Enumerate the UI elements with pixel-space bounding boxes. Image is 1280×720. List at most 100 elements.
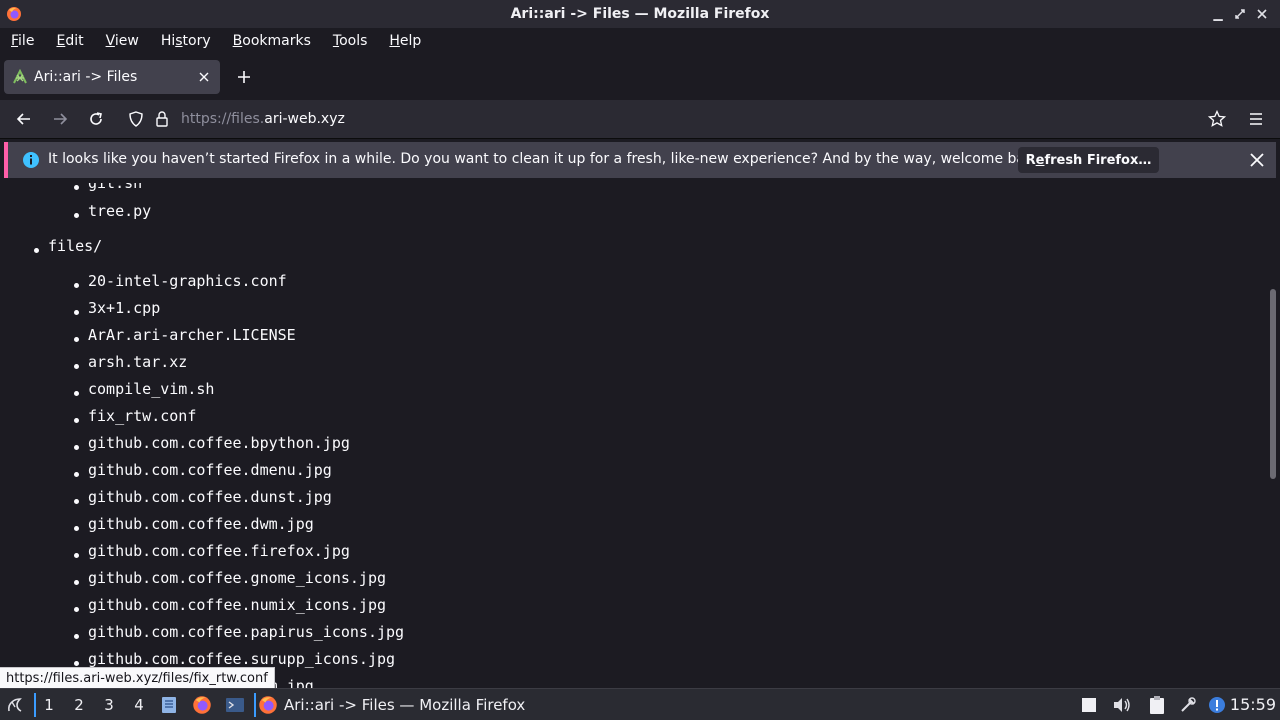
clock: 15:59 [1229, 695, 1276, 714]
workspace-3[interactable]: 3 [96, 693, 122, 717]
list-bullet [74, 418, 79, 423]
window-title: Ari::ari -> Files — Mozilla Firefox [510, 6, 770, 22]
close-tab-icon[interactable] [194, 67, 214, 87]
list-bullet [74, 526, 79, 531]
clipboard-icon[interactable] [1078, 693, 1100, 717]
page-content: git.sh tree.py files/20-intel-graphics.con… [0, 183, 1266, 688]
vertical-scrollbar[interactable] [1266, 183, 1280, 688]
bookmark-star-icon[interactable] [1207, 109, 1227, 129]
list-bullet [74, 364, 79, 369]
list-bullet [74, 634, 79, 639]
file-link[interactable]: github.com.coffee.dmenu.jpg [88, 461, 332, 479]
menu-help[interactable]: Help [378, 28, 432, 54]
workspace-4[interactable]: 4 [126, 693, 152, 717]
file-link[interactable]: 20-intel-graphics.conf [88, 272, 287, 290]
list-bullet [74, 661, 79, 666]
url-host: ari-web.xyz [264, 111, 345, 127]
site-favicon-icon [13, 69, 27, 84]
network-tools-icon[interactable] [1177, 693, 1199, 717]
list-bullet [74, 607, 79, 612]
list-bullet [74, 337, 79, 342]
url-text[interactable]: https://files.ari-web.xyz [181, 111, 345, 127]
refresh-label-post: fresh Firefox… [1044, 152, 1152, 168]
menu-history[interactable]: History [150, 28, 222, 54]
minimize-icon[interactable]: ▁ [1210, 4, 1226, 24]
notification-message: It looks like you haven’t started Firefo… [48, 151, 1047, 167]
list-bullet [74, 310, 79, 315]
lock-icon[interactable] [152, 109, 172, 129]
system-menu-icon[interactable] [4, 693, 26, 717]
file-link[interactable]: ArAr.ari-archer.LICENSE [88, 326, 296, 344]
terminal-icon[interactable] [222, 693, 248, 717]
file-link[interactable]: 3x+1.cpp [88, 299, 160, 317]
list-bullet [74, 499, 79, 504]
back-icon[interactable] [14, 109, 34, 129]
close-window-icon[interactable] [1254, 4, 1270, 24]
list-bullet [74, 580, 79, 585]
firefox-window-icon [259, 696, 277, 714]
volume-icon[interactable] [1110, 693, 1134, 717]
firefox-icon [7, 7, 21, 21]
info-icon [23, 152, 39, 168]
scrollbar-thumb[interactable] [1270, 289, 1276, 479]
notification-bar: It looks like you haven’t started Firefo… [4, 142, 1276, 178]
menu-bookmarks[interactable]: Bookmarks [222, 28, 322, 54]
workspace-2[interactable]: 2 [66, 693, 92, 717]
refresh-label-accel: e [1035, 152, 1045, 168]
menu-file[interactable]: File [0, 28, 45, 54]
file-manager-icon[interactable] [156, 693, 182, 717]
list-bullet [74, 283, 79, 288]
file-link[interactable]: github.com.coffee.firefox.jpg [88, 542, 350, 560]
tab-title: Ari::ari -> Files [34, 69, 138, 85]
file-link[interactable]: github.com.coffee.surupp_icons.jpg [88, 650, 395, 668]
taskbar-window-firefox[interactable]: Ari::ari -> Files — Mozilla Firefox [258, 692, 525, 718]
refresh-label-pre: R [1025, 152, 1036, 168]
window-titlebar: Ari::ari -> Files — Mozilla Firefox ▁ [0, 0, 1280, 28]
workspace-1[interactable]: 1 [36, 693, 62, 717]
new-tab-icon[interactable] [232, 67, 256, 87]
tab-files[interactable]: Ari::ari -> Files [4, 60, 220, 94]
file-link[interactable]: compile_vim.sh [88, 380, 214, 398]
link-status-url: https://files.ari-web.xyz/files/fix_rtw.… [0, 667, 275, 689]
folder-link[interactable]: files/ [48, 237, 102, 255]
list-bullet [74, 185, 79, 190]
menu-view[interactable]: View [95, 28, 150, 54]
refresh-firefox-button[interactable]: Re fresh Firefox… [1018, 147, 1159, 173]
active-window-indicator [254, 693, 256, 717]
file-link[interactable]: github.com.coffee.papirus_icons.jpg [88, 623, 404, 641]
app-menu-icon[interactable] [1246, 109, 1266, 129]
list-bullet [74, 391, 79, 396]
file-link[interactable]: github.com.coffee.gnome_icons.jpg [88, 569, 386, 587]
tab-strip: Ari::ari -> Files [0, 54, 1280, 100]
list-bullet [74, 445, 79, 450]
clipboard-manager-icon[interactable] [1146, 693, 1168, 717]
file-link[interactable]: git.sh [88, 183, 142, 192]
list-bullet [74, 472, 79, 477]
taskbar: Ari::ari -> Files — Mozilla Firefox 15:5… [0, 688, 1280, 720]
menu-bar: File Edit View History Bookmarks Tools Help [0, 28, 1280, 54]
maximize-icon[interactable] [1232, 4, 1248, 24]
menu-tools[interactable]: Tools [322, 28, 379, 54]
file-link[interactable]: github.com.coffee.bpython.jpg [88, 434, 350, 452]
close-notification-icon[interactable] [1248, 151, 1266, 169]
taskbar-window-title: Ari::ari -> Files — Mozilla Firefox [284, 696, 526, 714]
url-bar[interactable]: https://files.ari-web.xyz [120, 104, 1240, 134]
file-link[interactable]: fix_rtw.conf [88, 407, 196, 425]
file-link[interactable]: arsh.tar.xz [88, 353, 187, 371]
window-controls: ▁ [1210, 4, 1270, 24]
reload-icon[interactable] [86, 109, 106, 129]
list-bullet [74, 553, 79, 558]
file-link[interactable]: github.com.coffee.dwm.jpg [88, 515, 314, 533]
navigation-bar: https://files.ari-web.xyz [0, 100, 1280, 139]
list-bullet [34, 248, 39, 253]
list-bullet [74, 213, 79, 218]
file-link[interactable]: github.com.coffee.dunst.jpg [88, 488, 332, 506]
tracking-protection-shield-icon[interactable] [126, 109, 146, 129]
url-prefix: https://files. [181, 111, 265, 127]
file-link[interactable]: github.com.coffee.numix_icons.jpg [88, 596, 386, 614]
file-link[interactable]: tree.py [88, 202, 151, 220]
update-notification-icon[interactable] [1206, 693, 1228, 717]
menu-edit[interactable]: Edit [45, 28, 94, 54]
forward-icon[interactable] [50, 109, 70, 129]
firefox-launcher-icon[interactable] [189, 693, 215, 717]
